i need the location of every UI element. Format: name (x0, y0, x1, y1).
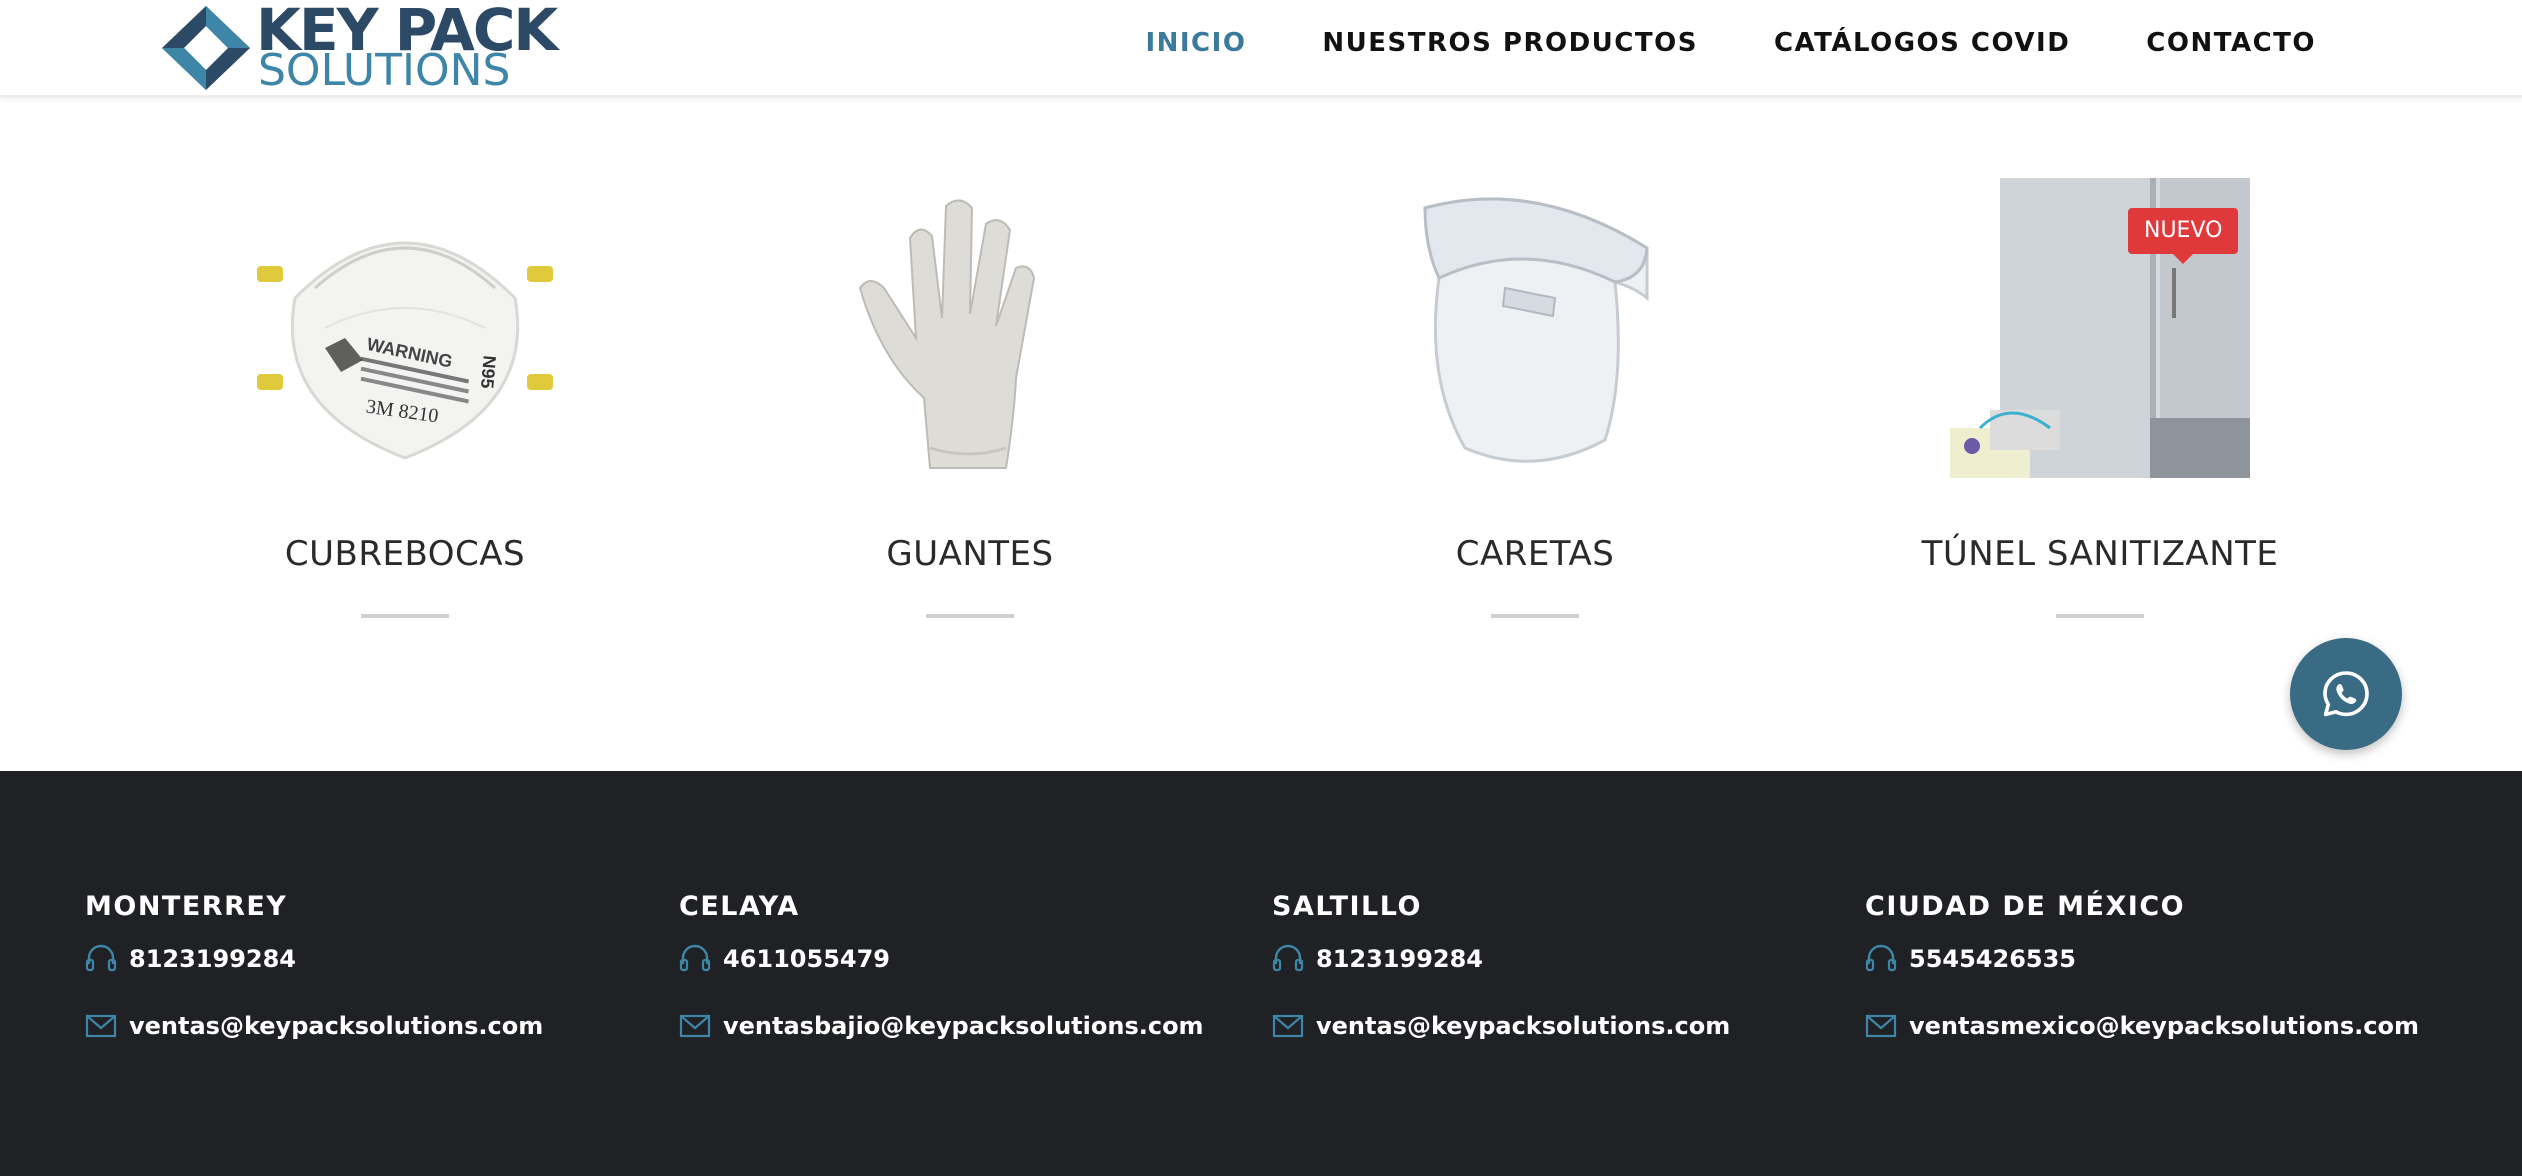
mail-icon (679, 1014, 711, 1038)
glove-icon (820, 178, 1120, 478)
nav-item-contacto[interactable]: CONTACTO (2146, 28, 2316, 58)
product-divider (2056, 614, 2144, 618)
product-image-sanitizing-tunnel[interactable]: NUEVO (1950, 178, 2250, 478)
product-title[interactable]: CUBREBOCAS (195, 534, 615, 574)
product-card[interactable]: CARETAS (1325, 178, 1745, 618)
site-logo[interactable]: KEY PACK SOLUTIONS (160, 0, 560, 96)
product-title[interactable]: TÚNEL SANITIZANTE (1890, 534, 2310, 574)
product-card[interactable]: GUANTES (760, 178, 1180, 618)
product-divider (1491, 614, 1579, 618)
whatsapp-button[interactable] (2290, 638, 2402, 750)
email-row: ventas@keypacksolutions.com (1272, 1012, 1832, 1040)
office-email[interactable]: ventasmexico@keypacksolutions.com (1909, 1012, 2419, 1040)
product-divider (361, 614, 449, 618)
face-shield-icon (1385, 178, 1685, 478)
product-title[interactable]: GUANTES (760, 534, 1180, 574)
new-badge: NUEVO (2128, 208, 2239, 264)
office-city: CELAYA (679, 891, 800, 922)
mask-rating-text: N95 (477, 355, 500, 390)
logo-diamond-icon (162, 6, 250, 90)
office-email[interactable]: ventas@keypacksolutions.com (129, 1012, 543, 1040)
product-image-glove[interactable] (820, 178, 1120, 478)
phone-row: 4611055479 (679, 944, 1239, 974)
whatsapp-icon (2323, 671, 2369, 717)
logo-text-solutions: SOLUTIONS (258, 45, 511, 96)
product-card[interactable]: WARNING 3M 8210 N95 CUBREBOCAS (195, 178, 615, 618)
email-row: ventasbajio@keypacksolutions.com (679, 1012, 1239, 1040)
office-email[interactable]: ventas@keypacksolutions.com (1316, 1012, 1730, 1040)
office-phone[interactable]: 8123199284 (129, 945, 296, 973)
site-header: KEY PACK SOLUTIONS INICIO NUESTROS PRODU… (0, 0, 2522, 98)
product-image-face-shield[interactable] (1385, 178, 1685, 478)
phone-row: 8123199284 (85, 944, 645, 974)
main-nav: INICIO NUESTROS PRODUCTOS CATÁLOGOS COVI… (1069, 28, 2316, 58)
phone-row: 8123199284 (1272, 944, 1832, 974)
office-celaya: CELAYA 4611055479 ventasbajio@keypacksol… (679, 891, 1239, 1040)
office-monterrey: MONTERREY 8123199284 ventas@keypacksolut… (85, 891, 645, 1040)
office-ciudad-de-mexico: CIUDAD DE MÉXICO 5545426535 ventasmexico… (1865, 891, 2425, 1040)
headset-icon (679, 944, 711, 972)
product-divider (926, 614, 1014, 618)
site-footer: MONTERREY 8123199284 ventas@keypacksolut… (0, 771, 2522, 1176)
phone-row: 5545426535 (1865, 944, 2425, 974)
product-image-mask[interactable]: WARNING 3M 8210 N95 (255, 178, 555, 478)
office-phone[interactable]: 5545426535 (1909, 945, 2076, 973)
mail-icon (1865, 1014, 1897, 1038)
office-phone[interactable]: 8123199284 (1316, 945, 1483, 973)
office-email[interactable]: ventasbajio@keypacksolutions.com (723, 1012, 1204, 1040)
headset-icon (1272, 944, 1304, 972)
nav-item-nuestros-productos[interactable]: NUESTROS PRODUCTOS (1322, 28, 1698, 58)
office-phone[interactable]: 4611055479 (723, 945, 890, 973)
office-city: CIUDAD DE MÉXICO (1865, 891, 2186, 922)
office-city: SALTILLO (1272, 891, 1422, 922)
email-row: ventasmexico@keypacksolutions.com (1865, 1012, 2425, 1040)
headset-icon (85, 944, 117, 972)
email-row: ventas@keypacksolutions.com (85, 1012, 645, 1040)
product-title[interactable]: CARETAS (1325, 534, 1745, 574)
office-city: MONTERREY (85, 891, 288, 922)
mail-icon (1272, 1014, 1304, 1038)
nav-item-inicio[interactable]: INICIO (1145, 28, 1246, 58)
mask-icon: WARNING 3M 8210 N95 (255, 178, 555, 478)
mail-icon (85, 1014, 117, 1038)
product-card[interactable]: NUEVO TÚNEL SANITIZANTE (1890, 178, 2310, 618)
office-saltillo: SALTILLO 8123199284 ventas@keypacksoluti… (1272, 891, 1832, 1040)
nav-item-catalogos-covid[interactable]: CATÁLOGOS COVID (1774, 28, 2070, 58)
headset-icon (1865, 944, 1897, 972)
products-section: WARNING 3M 8210 N95 CUBREBOCAS GUANTES C… (0, 98, 2522, 771)
